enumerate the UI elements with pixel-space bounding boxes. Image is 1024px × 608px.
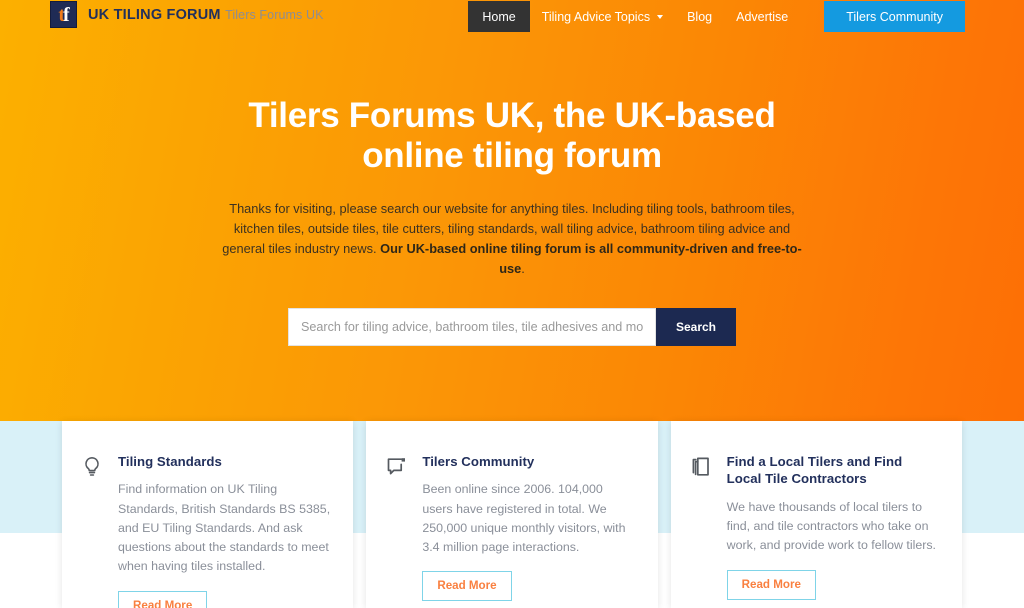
brand-logo-link[interactable]: tf UK TILING FORUM Tilers Forums UK [50,1,324,28]
feature-card-text: Find information on UK Tiling Standards,… [118,482,331,574]
hero-paragraph-tail: . [521,261,525,277]
search-bar: Search [288,307,736,346]
hero-section: tf UK TILING FORUM Tilers Forums UK Home… [0,0,1024,421]
site-header: tf UK TILING FORUM Tilers Forums UK Home… [0,0,1024,48]
feature-card-title: Tilers Community [422,454,535,469]
brand-title: UK TILING FORUM [88,6,221,23]
speech-bubble-icon [384,455,408,479]
nav-item-blog-label: Blog [687,9,713,24]
logo-letter-f: f [63,3,70,26]
hero-paragraph: Thanks for visiting, please search our w… [220,199,804,280]
nav-item-home-label: Home [482,9,516,24]
feature-card-find-local-tilers[interactable]: Find a Local Tilers and Find Local Tile … [670,421,962,608]
hero-title: Tilers Forums UK, the UK-based online ti… [248,96,776,175]
feature-card-text: We have thousands of local tilers to fin… [726,499,937,553]
page-root: tf UK TILING FORUM Tilers Forums UK Home… [0,0,1024,608]
nav-item-advertise-label: Advertise [736,9,789,24]
feature-card-tilers-community[interactable]: Tilers Community Been online since 2006.… [366,421,658,608]
nav-item-tiling-advice-topics-label: Tiling Advice Topics [541,9,651,24]
hero-paragraph-bold: Our UK-based online tiling forum is all … [380,241,802,277]
feature-card-body: Tiling Standards Find information on UK … [118,453,331,608]
read-more-button[interactable]: Read More [422,571,512,602]
tilers-community-button-label: Tilers Community [846,9,943,24]
main-navigation: Home Tiling Advice Topics Blog Advertise… [468,1,965,32]
search-button[interactable]: Search [656,307,736,346]
chevron-down-icon [657,14,664,19]
brand-text: UK TILING FORUM Tilers Forums UK [88,5,324,25]
nav-item-home[interactable]: Home [468,1,530,32]
tilers-community-button[interactable]: Tilers Community [824,1,965,32]
read-more-button[interactable]: Read More [118,590,208,608]
feature-cards: Tiling Standards Find information on UK … [0,421,1024,608]
feature-card-body: Tilers Community Been online since 2006.… [422,453,635,602]
copy-documents-icon [689,455,713,479]
feature-card-tiling-standards[interactable]: Tiling Standards Find information on UK … [62,421,354,608]
features-band: Tiling Standards Find information on UK … [0,421,1024,608]
read-more-button[interactable]: Read More [726,569,816,600]
lightbulb-icon [80,455,104,479]
nav-item-tiling-advice-topics[interactable]: Tiling Advice Topics [530,1,675,32]
feature-card-text: Been online since 2006. 104,000 users ha… [422,482,626,555]
feature-card-title: Find a Local Tilers and Find Local Tile … [726,454,903,487]
feature-card-body: Find a Local Tilers and Find Local Tile … [726,453,940,600]
hero-content: Tilers Forums UK, the UK-based online ti… [0,96,1024,346]
feature-card-title: Tiling Standards [118,454,222,469]
tf-logo-icon: tf [50,1,77,28]
search-input[interactable] [288,307,656,346]
nav-item-blog[interactable]: Blog [675,1,724,32]
brand-subtitle: Tilers Forums UK [225,7,324,22]
nav-item-advertise[interactable]: Advertise [724,1,800,32]
